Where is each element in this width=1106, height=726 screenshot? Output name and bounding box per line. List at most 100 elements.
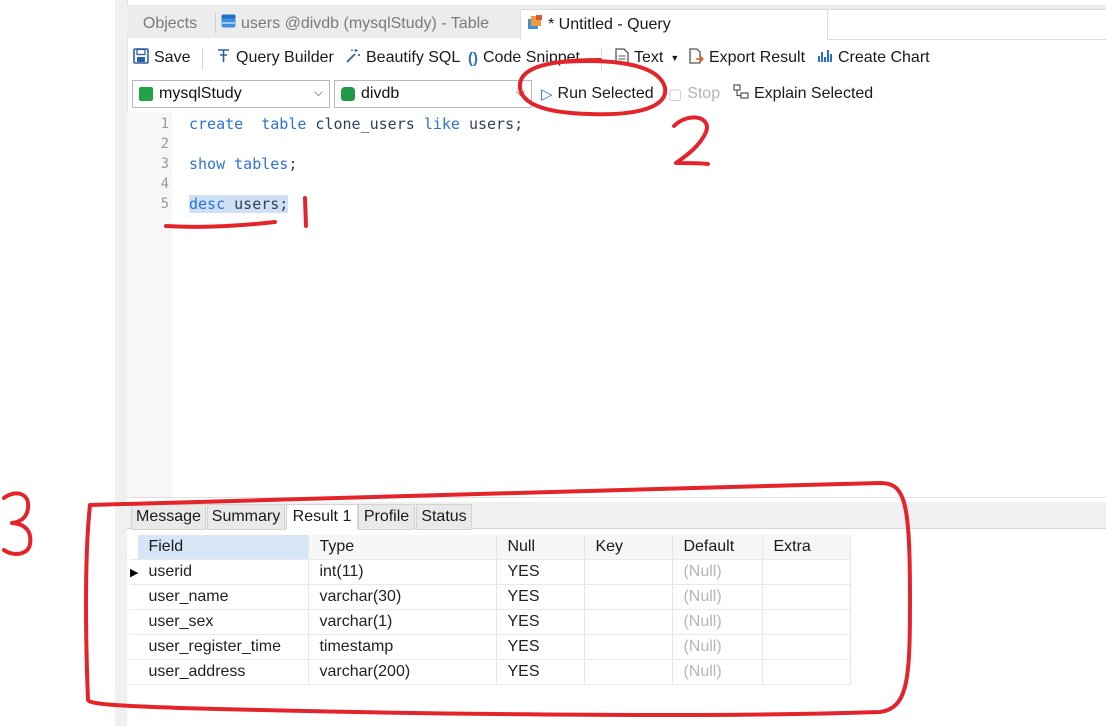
cell-key[interactable] [584,584,674,610]
tab-objects[interactable]: Objects [127,9,213,38]
cell-field[interactable]: user_name [138,584,310,610]
document-icon [615,48,629,68]
cell-null[interactable]: YES [496,634,586,660]
sql-keyword: like [423,115,460,133]
cell-extra[interactable] [762,659,852,685]
cell-default[interactable]: (Null) [672,634,764,660]
row-header[interactable] [130,659,139,685]
cell-key[interactable] [584,559,674,585]
table-row[interactable]: user_address varchar(200) YES (Null) [130,659,852,685]
create-chart-button[interactable]: Create Chart [817,46,930,70]
table-row[interactable]: user_register_time timestamp YES (Null) [130,634,852,660]
column-header-default[interactable]: Default [672,535,764,560]
query-builder-button[interactable]: Query Builder [216,46,334,70]
cell-type[interactable]: timestamp [308,634,498,660]
table-row[interactable]: user_sex varchar(1) YES (Null) [130,609,852,635]
cell-field[interactable]: user_address [138,659,310,685]
tab-profile-label: Profile [363,508,410,525]
tab-profile[interactable]: Profile [358,504,415,530]
cell-default[interactable]: (Null) [672,609,764,635]
result-grid[interactable]: Field Type Null Key Default Extra ▶ useri… [130,535,852,685]
cell-null[interactable]: YES [496,659,586,685]
connection-toolbar: mysqlStudy ⌵ divdb ⌵ ▷ Run Selected ▢ St… [127,78,1106,110]
query-icon [527,14,543,35]
code-line: show tables; [189,155,297,173]
cell-type[interactable]: varchar(1) [308,609,498,635]
sql-text: users; [459,115,524,133]
chevron-down-icon: ⌵ [515,85,525,99]
results-tab-bar: Message Summary Result 1 Profile Status [127,502,1106,530]
cell-extra[interactable] [762,634,852,660]
explain-selected-button[interactable]: Explain Selected [733,82,873,106]
tab-separator [215,13,216,33]
column-header-null[interactable]: Null [496,535,586,560]
magic-wand-icon [345,48,361,68]
database-select[interactable]: divdb ⌵ [334,80,532,108]
cell-field[interactable]: user_sex [138,609,310,635]
cell-key[interactable] [584,634,674,660]
tab-result-1[interactable]: Result 1 [286,504,358,530]
cell-null[interactable]: YES [496,559,586,585]
cell-field[interactable]: userid [138,559,310,585]
cell-key[interactable] [584,609,674,635]
current-row-pointer-icon[interactable]: ▶ [130,559,139,585]
table-row[interactable]: ▶ userid int(11) YES (Null) [130,559,852,585]
database-value: divdb [361,85,400,102]
sql-editor[interactable]: 1 2 3 4 5 create table clone_users like user… [127,112,1106,497]
text-mode-button[interactable]: Text ▼ [615,46,679,70]
row-header[interactable] [130,609,139,635]
run-selected-button[interactable]: ▷ Run Selected [541,82,654,106]
save-button[interactable]: Save [133,46,190,70]
cell-extra[interactable] [762,609,852,635]
cell-extra[interactable] [762,584,852,610]
database-icon [341,87,355,101]
table-icon [221,14,236,33]
export-result-button[interactable]: Export Result [689,46,805,70]
table-row[interactable]: user_name varchar(30) YES (Null) [130,584,852,610]
row-header[interactable] [130,584,139,610]
code-line: desc users; [189,195,289,213]
cell-type[interactable]: varchar(200) [308,659,498,685]
chevron-down-icon: ⌵ [313,85,323,99]
tab-untitled-query[interactable]: * Untitled - Query [520,9,831,39]
cell-extra[interactable] [762,559,852,585]
tab-objects-label: Objects [142,14,198,32]
line-number: 2 [160,136,169,152]
export-icon [689,48,705,68]
tab-message[interactable]: Message [131,504,206,530]
column-header-extra[interactable]: Extra [762,535,852,560]
cell-type[interactable]: int(11) [308,559,498,585]
line-number: 4 [160,176,169,192]
query-builder-icon [216,48,231,68]
tab-status[interactable]: Status [416,504,472,530]
column-header-field[interactable]: Field [138,535,310,560]
toolbar-separator [601,48,602,70]
left-margin [0,0,115,726]
line-number: 5 [160,196,169,212]
sql-text: users; [225,195,289,213]
cell-null[interactable]: YES [496,609,586,635]
tab-summary[interactable]: Summary [207,504,285,530]
cell-null[interactable]: YES [496,584,586,610]
sql-text: clone_users [306,115,424,133]
column-header-key[interactable]: Key [584,535,674,560]
cell-field[interactable]: user_register_time [138,634,310,660]
code-snippet-button[interactable]: () Code Snippet [468,46,580,70]
tab-summary-label: Summary [211,508,281,525]
cell-key[interactable] [584,659,674,685]
connection-select[interactable]: mysqlStudy ⌵ [132,80,330,108]
cell-default[interactable]: (Null) [672,584,764,610]
tab-users-label: users @divdb (mysqlStudy) - Table [241,14,490,32]
tab-result-1-label: Result 1 [292,508,352,525]
save-icon [133,48,149,68]
cell-type[interactable]: varchar(30) [308,584,498,610]
play-icon: ▷ [541,86,553,103]
cell-default[interactable]: (Null) [672,659,764,685]
row-header[interactable] [130,634,139,660]
tab-users-table[interactable]: users @divdb (mysqlStudy) - Table [217,9,521,38]
stop-button[interactable]: ▢ Stop [668,82,720,106]
sql-keyword: desc [189,195,226,213]
cell-default[interactable]: (Null) [672,559,764,585]
beautify-sql-button[interactable]: Beautify SQL [345,46,460,70]
column-header-type[interactable]: Type [308,535,498,560]
